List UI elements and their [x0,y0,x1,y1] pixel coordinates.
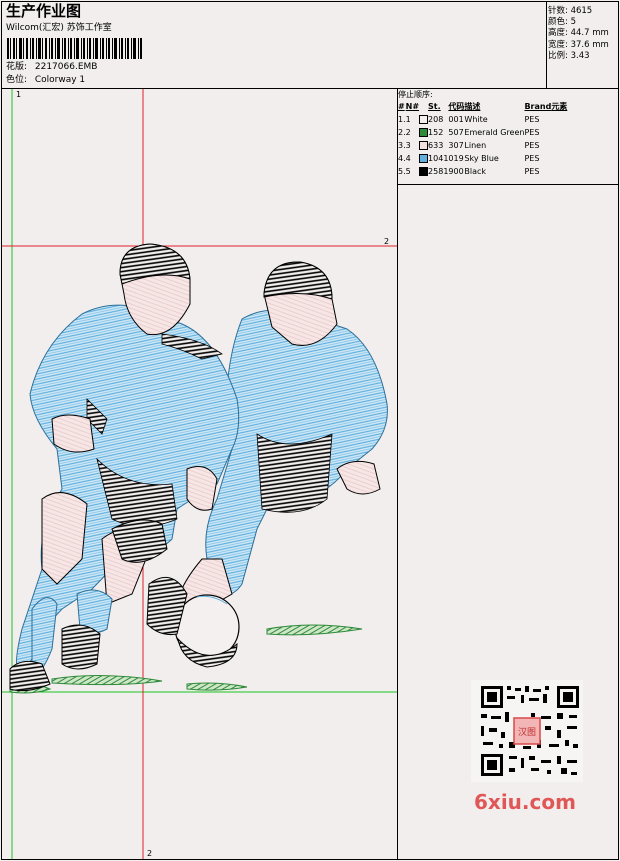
col-code-header: 代码 [448,102,465,111]
row-num: 3. [398,141,406,150]
thread-row: 2. 2 152 507 Emerald Green PES [398,126,567,139]
row-brand: PES [524,128,540,137]
software-studio-label: Wilcom(汇宏) 苏饰工作室 [6,23,112,33]
sheet-title: 生产作业图 [6,2,82,20]
seal-text: 汉图 [518,727,536,738]
color-swatch [419,167,429,176]
row-st: 1041 [428,154,449,163]
row-swatch [419,126,429,139]
thread-table-header: # N# St. 代码 描述 Brand 元素 [398,100,567,113]
height-label: 高度: [548,28,568,39]
row-code: 019 [448,154,464,163]
row-n: 3 [405,141,411,150]
row-code: 001 [448,115,464,124]
guide-marker-right: 2 [384,237,390,246]
production-sheet: { "header": { "title": "生产作业图", "subtitl… [0,0,620,861]
design-stats: 针数: 4615 颜色: 5 高度: 44.7 mm 宽度: 37.6 mm 比… [548,6,609,62]
row-swatch [419,152,429,165]
row-num: 2. [398,128,406,137]
color-swatch [419,141,429,150]
watermark-brand: 6xiu.com [474,790,576,814]
col-element-header: 元素 [551,102,568,111]
thread-table: # N# St. 代码 描述 Brand 元素 1. 1 208 001 Whi… [398,100,567,178]
row-swatch [419,165,429,178]
row-desc: Linen [464,141,487,150]
row-desc: Sky Blue [464,154,499,163]
thread-row: 4. 4 1041 019 Sky Blue PES [398,152,567,165]
design-label: 花版: [6,62,28,72]
embroidery-preview [2,89,397,859]
row-brand: PES [524,141,540,150]
thread-row: 5. 5 2581 900 Black PES [398,165,567,178]
row-n: 4 [405,154,411,163]
colorway-value: Colorway 1 [34,75,86,85]
row-desc: Emerald Green [464,128,525,137]
row-n: 1 [405,115,411,124]
thread-row: 1. 1 208 001 White PES [398,113,567,126]
row-brand: PES [524,167,540,176]
colorway-label: 色位: [6,75,28,85]
color-swatch [419,128,429,137]
col-num-header: # [398,102,405,111]
row-code: 900 [448,167,464,176]
row-code: 307 [448,141,464,150]
colors-label: 颜色: [548,17,568,28]
row-desc: White [464,115,488,124]
row-st: 208 [428,115,444,124]
col-st-header: St. [428,102,441,111]
row-swatch [419,113,429,126]
design-value: 2217066.EMB [34,62,98,72]
scale-label: 比例: [548,50,568,61]
row-num: 1. [398,115,406,124]
row-n: 5 [405,167,411,176]
row-brand: PES [524,154,540,163]
stop-sequence-title: 停止顺序: [398,90,433,99]
design-row: 花版: 2217066.EMB [6,63,97,72]
row-code: 507 [448,128,464,137]
row-num: 4. [398,154,406,163]
row-brand: PES [524,115,540,124]
row-swatch [419,139,429,152]
col-desc-header: 描述 [464,102,481,111]
col-swatch-header [419,100,428,113]
colorway-row: 色位: Colorway 1 [6,76,85,85]
row-num: 5. [398,167,406,176]
guide-marker-bottom: 2 [147,849,153,858]
qr-code: 汉图 [471,680,583,782]
row-st: 2581 [428,167,449,176]
col-n-header: N# [405,102,420,111]
width-value: 37.6 mm [570,39,609,50]
height-value: 44.7 mm [570,28,609,39]
width-label: 宽度: [548,39,568,50]
guide-marker-top: 1 [16,90,22,99]
stitches-label: 针数: [548,6,568,16]
color-swatch [419,154,429,163]
stitches-value: 4615 [570,6,593,16]
row-n: 2 [405,128,411,137]
row-st: 152 [428,128,444,137]
row-desc: Black [464,167,487,176]
thread-row: 3. 3 633 307 Linen PES [398,139,567,152]
color-swatch [419,115,429,124]
col-brand-header: Brand [524,102,552,111]
row-st: 633 [428,141,444,150]
scale-value: 3.43 [570,50,590,61]
colors-value: 5 [570,17,576,28]
barcode [7,38,142,59]
